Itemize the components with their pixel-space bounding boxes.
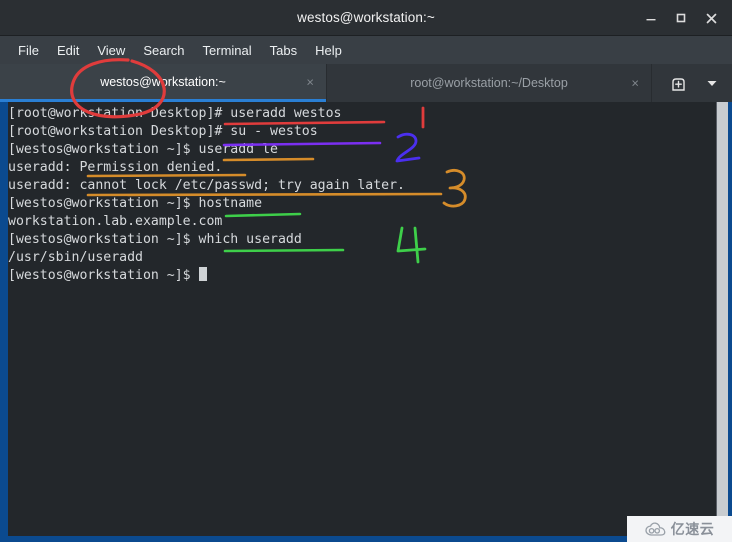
terminal-line: [westos@workstation ~]$ hostname: [8, 196, 263, 211]
screenshot-root: westos@workstation:~ File Edit View Sear…: [0, 0, 732, 542]
terminal-line: [root@workstation Desktop]# useradd west…: [8, 106, 342, 121]
menu-item-search[interactable]: Search: [134, 41, 193, 60]
terminal-line: [root@workstation Desktop]# su - westos: [8, 124, 318, 139]
maximize-icon[interactable]: [666, 3, 696, 33]
terminal-cursor: [198, 267, 207, 281]
title-bar: westos@workstation:~: [0, 0, 732, 36]
tab-bar-actions: [666, 64, 732, 102]
close-icon[interactable]: [696, 3, 726, 33]
tab-label: westos@workstation:~: [100, 74, 226, 89]
terminal-line: workstation.lab.example.com: [8, 214, 223, 229]
chevron-down-icon[interactable]: [700, 71, 724, 95]
terminal-line: useradd: cannot lock /etc/passwd; try ag…: [8, 178, 405, 193]
menu-item-tabs[interactable]: Tabs: [261, 41, 306, 60]
menu-item-terminal[interactable]: Terminal: [194, 41, 261, 60]
menu-item-view[interactable]: View: [88, 41, 134, 60]
window-title: westos@workstation:~: [297, 10, 435, 25]
tab-close-icon[interactable]: ×: [631, 77, 639, 90]
terminal-line: [westos@workstation ~]$ which useradd: [8, 232, 302, 247]
terminal-scrollbar[interactable]: [716, 102, 728, 536]
terminal-line: useradd: Permission denied.: [8, 160, 223, 175]
terminal-output-area[interactable]: [root@workstation Desktop]# useradd west…: [4, 102, 728, 536]
tab-close-icon[interactable]: ×: [306, 75, 314, 88]
terminal-line: /usr/sbin/useradd: [8, 250, 143, 265]
terminal-prompt-line: [westos@workstation ~]$: [8, 267, 708, 285]
terminal-lines: [root@workstation Desktop]# useradd west…: [8, 105, 708, 285]
menu-item-help[interactable]: Help: [306, 41, 351, 60]
terminal-line: [westos@workstation ~]$ useradd le: [8, 142, 278, 157]
tab-bar: westos@workstation:~ × root@workstation:…: [0, 64, 732, 102]
tab-label: root@workstation:~/Desktop: [410, 76, 568, 90]
tab-westos[interactable]: westos@workstation:~ ×: [0, 64, 326, 102]
new-tab-icon[interactable]: [666, 71, 690, 95]
watermark: 亿速云: [627, 516, 732, 542]
cloud-icon: [645, 521, 667, 537]
terminal-window: westos@workstation:~ File Edit View Sear…: [0, 0, 732, 542]
menu-item-file[interactable]: File: [9, 41, 48, 60]
menu-item-edit[interactable]: Edit: [48, 41, 88, 60]
menu-bar: File Edit View Search Terminal Tabs Help: [0, 36, 732, 64]
minimize-icon[interactable]: [636, 3, 666, 33]
window-controls: [636, 0, 726, 36]
tab-root-desktop[interactable]: root@workstation:~/Desktop ×: [326, 64, 652, 102]
watermark-text: 亿速云: [670, 521, 715, 537]
terminal-prompt: [westos@workstation ~]$: [8, 268, 199, 283]
